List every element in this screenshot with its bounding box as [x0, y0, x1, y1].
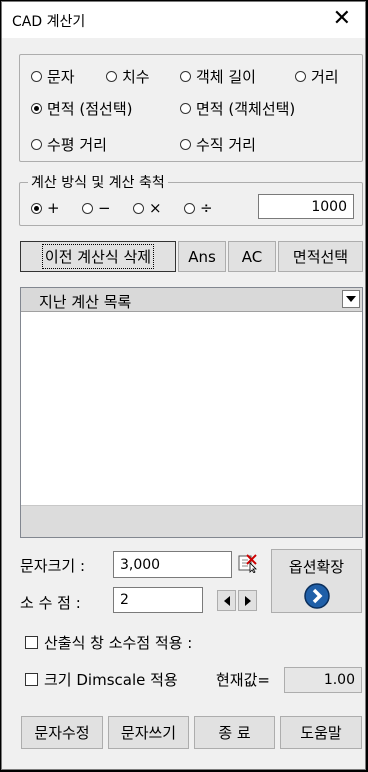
radio-horizontal-distance[interactable]: 수평 거리 [31, 134, 107, 155]
history-list[interactable]: 지난 계산 목록 [20, 287, 363, 538]
radio-object-length[interactable]: 객체 길이 [180, 66, 256, 87]
calc-method-group: 계산 방식 및 계산 축척 + − × ÷ 1000 [19, 172, 363, 226]
radio-vertical-distance[interactable]: 수직 거리 [180, 134, 256, 155]
left-arrow-icon [223, 595, 230, 606]
dimscale-label: 크기 Dimscale 적용 [44, 671, 178, 689]
ac-button[interactable]: AC [228, 241, 276, 272]
radio-area-object[interactable]: 면적 (객체선택) [180, 98, 295, 119]
radio-distance[interactable]: 거리 [295, 66, 339, 87]
radio-multiply[interactable]: × [133, 199, 162, 217]
expand-arrow-icon [303, 583, 330, 609]
radio-text[interactable]: 문자 [31, 66, 75, 87]
radio-minus[interactable]: − [82, 199, 111, 217]
title-bar: CAD 계산기 ✕ [2, 2, 365, 38]
option-expand-button[interactable]: 옵션확장 [271, 549, 362, 613]
current-value-readout: 1.00 [284, 667, 362, 693]
dimscale-checkbox[interactable] [25, 673, 38, 686]
radio-divide[interactable]: ÷ [184, 199, 213, 217]
close-icon[interactable]: ✕ [333, 5, 351, 33]
decimal-input[interactable]: 2 [113, 587, 203, 613]
help-button[interactable]: 도움말 [280, 716, 362, 749]
area-select-button[interactable]: 면적선택 [278, 241, 363, 272]
radio-area-point[interactable]: 면적 (점선택) [31, 98, 132, 119]
calc-method-legend: 계산 방식 및 계산 축척 [28, 172, 168, 192]
write-text-button[interactable]: 문자쓰기 [108, 716, 189, 749]
cad-calculator-window: CAD 계산기 ✕ 문자 치수 객체 길이 거리 면적 (점선택) 면적 (객체… [1, 1, 366, 770]
text-size-input[interactable]: 3,000 [113, 551, 232, 578]
mode-group: 문자 치수 객체 길이 거리 면적 (점선택) 면적 (객체선택) 수평 거리 … [19, 54, 363, 162]
apply-decimal-checkbox[interactable] [25, 636, 38, 649]
apply-decimal-label: 산출식 창 소수점 적용 : [44, 634, 193, 652]
dropdown-button[interactable] [342, 290, 360, 308]
edit-text-button[interactable]: 문자수정 [21, 716, 103, 749]
right-arrow-icon [244, 595, 251, 606]
current-value-label: 현재값= [216, 671, 270, 689]
history-list-footer [21, 505, 362, 537]
scale-input[interactable]: 1000 [258, 194, 354, 219]
increment-button[interactable] [238, 590, 257, 611]
text-size-label: 문자크기 : [20, 557, 86, 575]
history-header-label: 지난 계산 목록 [39, 293, 132, 311]
radio-dimension[interactable]: 치수 [106, 66, 150, 87]
pick-size-icon[interactable] [238, 553, 258, 574]
exit-button[interactable]: 종 료 [194, 716, 275, 749]
radio-plus[interactable]: + [31, 199, 60, 217]
ans-button[interactable]: Ans [178, 241, 226, 272]
decrement-button[interactable] [217, 590, 236, 611]
chevron-down-icon [346, 296, 356, 302]
decimal-label: 소 수 점 : [20, 594, 81, 612]
window-title: CAD 계산기 [12, 14, 86, 30]
history-list-header: 지난 계산 목록 [21, 288, 362, 312]
delete-previous-button[interactable]: 이전 계산식 삭제 [20, 241, 176, 272]
